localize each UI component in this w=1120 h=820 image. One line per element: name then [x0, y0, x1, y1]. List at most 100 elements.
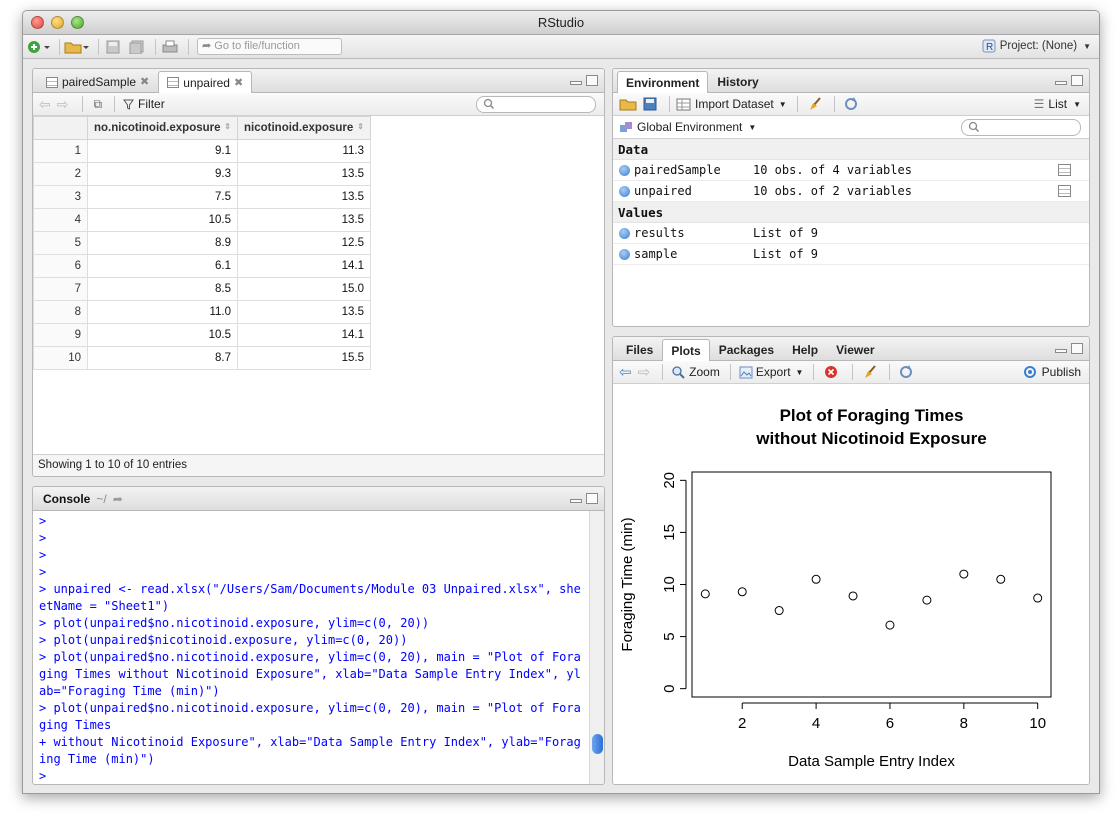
load-workspace-icon[interactable] — [619, 97, 637, 111]
environment-section-header: Values — [613, 202, 1089, 223]
table-cell: 13.5 — [237, 185, 371, 209]
maximize-pane-button[interactable] — [586, 75, 598, 86]
console-output[interactable]: > > > > > unpaired <- read.xlsx("/Users/Sam/… — [33, 511, 588, 784]
publish-label: Publish — [1041, 365, 1081, 379]
save-workspace-icon[interactable] — [643, 97, 657, 111]
forward-arrow-icon[interactable]: ⇨ — [57, 96, 69, 113]
console-line: > — [39, 769, 47, 783]
minimize-pane-button[interactable] — [570, 81, 582, 85]
view-table-icon[interactable] — [1058, 185, 1071, 197]
tab-environment[interactable]: Environment — [617, 71, 709, 93]
environment-row[interactable]: pairedSample 10 obs. of 4 variables — [613, 160, 1089, 181]
rstudio-window: RStudio ➦ Go to file/function R Project:… — [22, 10, 1100, 794]
back-arrow-icon[interactable]: ⇦ — [39, 96, 51, 113]
tab-packages[interactable]: Packages — [710, 339, 783, 360]
tab-history[interactable]: History — [708, 71, 767, 92]
list-view-label: List — [1048, 97, 1068, 111]
data-point — [922, 595, 932, 605]
popout-icon[interactable]: ⧉ — [93, 97, 102, 112]
goto-file-input[interactable]: ➦ Go to file/function — [197, 38, 342, 55]
tab-viewer[interactable]: Viewer — [827, 339, 883, 360]
plots-pane: Files Plots Packages Help Viewer ⇦ ⇨ Zoo… — [612, 336, 1090, 785]
zoom-button[interactable]: Zoom — [671, 365, 720, 379]
save-all-button[interactable] — [127, 38, 147, 56]
save-button[interactable] — [103, 38, 123, 56]
environment-pane: Environment History Import Dataset ▼ ☰ L… — [612, 68, 1090, 327]
minimize-pane-button[interactable] — [570, 499, 582, 503]
column-header[interactable]: no.nicotinoid.exposure ⇕ — [87, 116, 238, 140]
tab-pairedSample[interactable]: pairedSample ✖ — [37, 71, 158, 92]
expand-circle-icon[interactable] — [619, 164, 630, 176]
table-cell: 11.0 — [87, 300, 238, 324]
chevron-down-icon: ▼ — [748, 122, 757, 132]
tab-files[interactable]: Files — [617, 339, 662, 360]
environment-row[interactable]: results List of 9 — [613, 223, 1089, 244]
console-line: > plot(unpaired$no.nicotinoid.exposure, … — [39, 650, 581, 698]
environment-row[interactable]: sample List of 9 — [613, 244, 1089, 265]
remove-plot-icon[interactable] — [824, 364, 842, 380]
maximize-pane-button[interactable] — [1071, 75, 1083, 86]
refresh-icon[interactable] — [843, 96, 859, 112]
export-button[interactable]: Export ▼ — [739, 365, 803, 379]
foraging-time-plot: Plot of Foraging Times without Nicotinoid… — [613, 385, 1089, 784]
refresh-icon[interactable] — [898, 364, 914, 380]
global-environment-menu[interactable]: Global Environment ▼ — [619, 120, 756, 134]
data-point — [1033, 593, 1043, 603]
project-menu[interactable]: R Project: (None) ▼ — [982, 39, 1091, 53]
table-cell: 9.3 — [87, 162, 238, 186]
expand-circle-icon[interactable] — [619, 248, 630, 260]
svg-text:R: R — [986, 42, 993, 53]
x-tick-label: 4 — [812, 715, 820, 732]
tab-plots[interactable]: Plots — [662, 339, 710, 361]
maximize-pane-button[interactable] — [1071, 343, 1083, 354]
scrollbar-thumb[interactable] — [592, 734, 603, 754]
expand-circle-icon[interactable] — [619, 227, 630, 239]
console-scrollbar[interactable] — [589, 511, 604, 784]
table-cell: 7.5 — [87, 185, 238, 209]
open-file-button[interactable] — [64, 38, 90, 56]
sort-icon: ⇕ — [357, 122, 364, 131]
chevron-down-icon: ▼ — [778, 99, 787, 109]
publish-button[interactable]: Publish — [1022, 365, 1081, 379]
row-number-cell: 10 — [33, 346, 88, 370]
title-bar: RStudio — [23, 11, 1099, 35]
close-tab-icon[interactable]: ✖ — [140, 72, 149, 92]
import-dataset-button[interactable]: Import Dataset ▼ — [676, 97, 787, 111]
minimize-window-button[interactable] — [51, 16, 64, 29]
environment-search-input[interactable] — [961, 119, 1081, 136]
pane-window-controls — [1055, 75, 1083, 86]
table-cell: 13.5 — [237, 162, 371, 186]
broom-icon[interactable] — [808, 97, 824, 111]
row-number-cell: 6 — [33, 254, 88, 278]
zoom-window-button[interactable] — [71, 16, 84, 29]
console-line: > — [39, 565, 47, 579]
column-header[interactable]: nicotinoid.exposure ⇕ — [237, 116, 371, 140]
minimize-pane-button[interactable] — [1055, 81, 1067, 85]
variable-value: 10 obs. of 4 variables — [753, 163, 912, 177]
pane-window-controls — [1055, 343, 1083, 354]
list-view-button[interactable]: ☰ List ▼ — [1034, 97, 1081, 111]
environment-toolbar: Import Dataset ▼ ☰ List ▼ — [613, 93, 1089, 116]
maximize-pane-button[interactable] — [586, 493, 598, 504]
variable-name: results — [634, 226, 685, 240]
save-all-icon — [129, 40, 144, 54]
previous-plot-icon[interactable]: ⇦ — [619, 363, 632, 381]
print-button[interactable] — [160, 38, 180, 56]
next-plot-icon[interactable]: ⇨ — [638, 363, 651, 381]
expand-circle-icon[interactable] — [619, 185, 630, 197]
data-search-input[interactable] — [476, 96, 596, 113]
broom-icon[interactable] — [863, 365, 879, 379]
tab-unpaired[interactable]: unpaired ✖ — [158, 71, 253, 93]
tab-help[interactable]: Help — [783, 339, 827, 360]
data-point — [774, 606, 784, 616]
goto-dir-icon[interactable]: ➦ — [113, 492, 123, 506]
filter-button[interactable]: Filter — [123, 97, 165, 111]
new-file-button[interactable] — [27, 38, 51, 56]
close-tab-icon[interactable]: ✖ — [234, 73, 243, 93]
table-row: 9 10.5 14.1 — [33, 323, 371, 347]
view-table-icon[interactable] — [1058, 164, 1071, 176]
environment-row[interactable]: unpaired 10 obs. of 2 variables — [613, 181, 1089, 202]
table-row: 2 9.3 13.5 — [33, 162, 371, 186]
minimize-pane-button[interactable] — [1055, 349, 1067, 353]
close-window-button[interactable] — [31, 16, 44, 29]
